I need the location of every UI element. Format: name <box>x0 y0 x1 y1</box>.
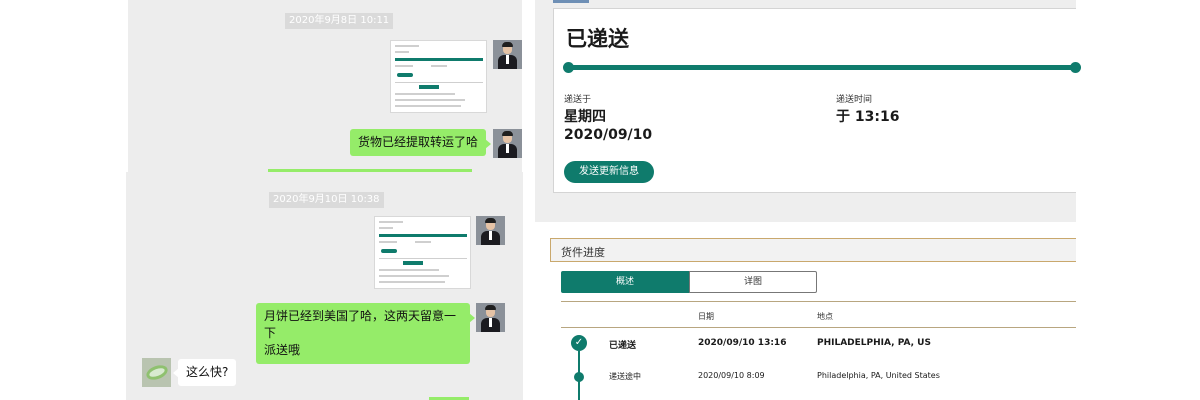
event-date: 2020/09/10 13:16 <box>698 338 787 348</box>
column-header-location: 地点 <box>817 312 833 321</box>
screenshot-collage: 2020年9月8日 10:11 货物已经提取转运了哈 2020年9月10日 10… <box>0 0 1200 400</box>
chat-window-bottom: 2020年9月10日 10:38 月饼已经到美国了哈，这两天留意一下 派送哦 这… <box>126 172 523 400</box>
check-icon: ✓ <box>571 335 587 351</box>
contact-avatar[interactable] <box>142 358 171 387</box>
progress-start-dot <box>563 62 574 73</box>
chat-window-top: 2020年9月8日 10:11 货物已经提取转运了哈 <box>128 0 522 172</box>
delivery-time: 于 13:16 <box>836 109 900 125</box>
delivered-on-label: 递送于 <box>564 95 592 105</box>
shipment-progress-title: 货件进度 <box>561 246 605 259</box>
timeline-dot-icon <box>574 372 584 382</box>
image-message-thumbnail[interactable] <box>390 40 487 113</box>
message-line: 月饼已经到美国了哈，这两天留意一下 <box>264 309 457 340</box>
shipment-progress-panel: 货件进度 概述 详图 日期 地点 ✓ 已递送 2020/09/10 13:16 … <box>550 238 1076 400</box>
delivery-weekday: 星期四 <box>564 109 606 125</box>
user-avatar[interactable] <box>493 129 522 158</box>
tab-overview[interactable]: 概述 <box>561 271 689 293</box>
delivery-time-label: 递送时间 <box>836 95 873 105</box>
image-message-thumbnail[interactable] <box>374 216 471 289</box>
event-status: 已递送 <box>609 341 637 351</box>
chat-message-bubble[interactable]: 货物已经提取转运了哈 <box>350 129 492 156</box>
event-location: Philadelphia, PA, United States <box>817 371 940 380</box>
shipment-progress-header: 货件进度 <box>550 238 1076 262</box>
event-status: 递送途中 <box>609 372 641 381</box>
progress-bar <box>568 65 1080 70</box>
event-date: 2020/09/10 8:09 <box>698 371 765 380</box>
reply-message-bubble[interactable]: 这么快? <box>172 359 237 386</box>
delivery-status-title: 已递送 <box>566 27 629 51</box>
user-avatar[interactable] <box>493 40 522 69</box>
progress-end-dot <box>1070 62 1081 73</box>
user-avatar[interactable] <box>476 303 505 332</box>
event-location: PHILADELPHIA, PA, US <box>817 338 931 348</box>
tab-details[interactable]: 详图 <box>689 271 817 293</box>
chat-message-bubble[interactable]: 月饼已经到美国了哈，这两天留意一下 派送哦 <box>256 303 475 364</box>
chat-timestamp: 2020年9月8日 10:11 <box>285 13 394 29</box>
delivery-status-card: 已递送 递送于 星期四 2020/09/10 递送时间 于 13:16 发送更新… <box>553 8 1081 193</box>
message-line: 派送哦 <box>264 343 301 357</box>
divider <box>561 327 1076 328</box>
chat-timestamp: 2020年9月10日 10:38 <box>269 192 384 208</box>
user-avatar[interactable] <box>476 216 505 245</box>
send-update-button[interactable]: 发送更新信息 <box>564 161 654 183</box>
column-header-date: 日期 <box>698 312 714 321</box>
delivery-date: 2020/09/10 <box>564 127 653 143</box>
divider <box>561 301 1076 302</box>
top-tab-strip <box>553 0 589 3</box>
